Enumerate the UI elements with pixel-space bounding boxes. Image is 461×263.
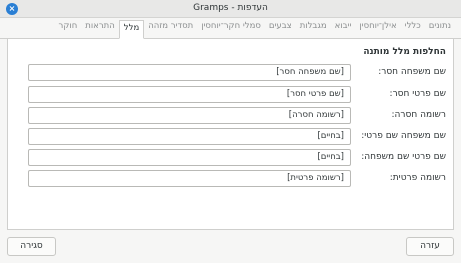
tab-general[interactable]: כללי	[401, 19, 425, 38]
field-row-private-surname: שם משפחה שם פרטי: [בחיים]	[6, 128, 453, 145]
text-tab-panel: החלפות מלל מותנה שם משפחה חסר: [שם משפחה…	[7, 39, 454, 230]
private-given-label: שם פרטי שם משפחה:	[361, 152, 446, 162]
private-surname-input[interactable]: [בחיים]	[28, 128, 351, 145]
field-row-missing-given: שם פרטי חסר: [שם פרטי חסר]	[6, 86, 453, 103]
missing-record-input[interactable]: [רשומה חסרה]	[28, 107, 351, 124]
tab-import[interactable]: ייבוא	[331, 19, 356, 38]
tab-data[interactable]: נתונים	[425, 19, 455, 38]
titlebar: × Gramps - העדפות	[0, 0, 461, 18]
preferences-window: × Gramps - העדפות נתונים כללי אילן־יוחסי…	[0, 0, 461, 263]
missing-given-label: שם פרטי חסר:	[389, 89, 446, 99]
preferences-tabs: נתונים כללי אילן־יוחסין ייבוא מגבלות צבע…	[0, 19, 461, 39]
tab-limits[interactable]: מגבלות	[296, 19, 331, 38]
field-row-missing-surname: שם משפחה חסר: [שם משפחה חסר]	[6, 64, 453, 81]
missing-record-label: רשומה חסרה:	[391, 110, 446, 120]
field-row-missing-record: רשומה חסרה: [רשומה חסרה]	[6, 107, 453, 124]
missing-given-input[interactable]: [שם פרטי חסר]	[28, 86, 351, 103]
tab-colors[interactable]: צבעים	[265, 19, 296, 38]
private-record-label: רשומה פרטית:	[389, 173, 446, 183]
missing-surname-label: שם משפחה חסר:	[378, 67, 446, 77]
section-title: החלפות מלל מותנה	[363, 47, 446, 57]
private-surname-label: שם משפחה שם פרטי:	[361, 131, 446, 141]
private-given-input[interactable]: [בחיים]	[28, 149, 351, 166]
tab-warnings[interactable]: התראות	[81, 19, 119, 38]
tab-genealogical-symbols[interactable]: סמלי חקר־יוחסין	[197, 19, 265, 38]
missing-surname-input[interactable]: [שם משפחה חסר]	[28, 64, 351, 81]
field-row-private-given: שם פרטי שם משפחה: [בחיים]	[6, 149, 453, 166]
window-title: Gramps - העדפות	[193, 3, 268, 13]
tab-id-formats[interactable]: תסדיר מזהה	[144, 19, 197, 38]
private-record-input[interactable]: [רשומה פרטית]	[28, 170, 351, 187]
field-row-private-record: רשומה פרטית: [רשומה פרטית]	[6, 170, 453, 187]
close-button[interactable]: סגירה	[7, 237, 56, 256]
tab-text[interactable]: מלל	[118, 20, 145, 39]
tab-researcher[interactable]: חוקר	[55, 19, 82, 38]
help-button[interactable]: עזרה	[406, 237, 454, 256]
tab-family-tree[interactable]: אילן־יוחסין	[355, 19, 400, 38]
